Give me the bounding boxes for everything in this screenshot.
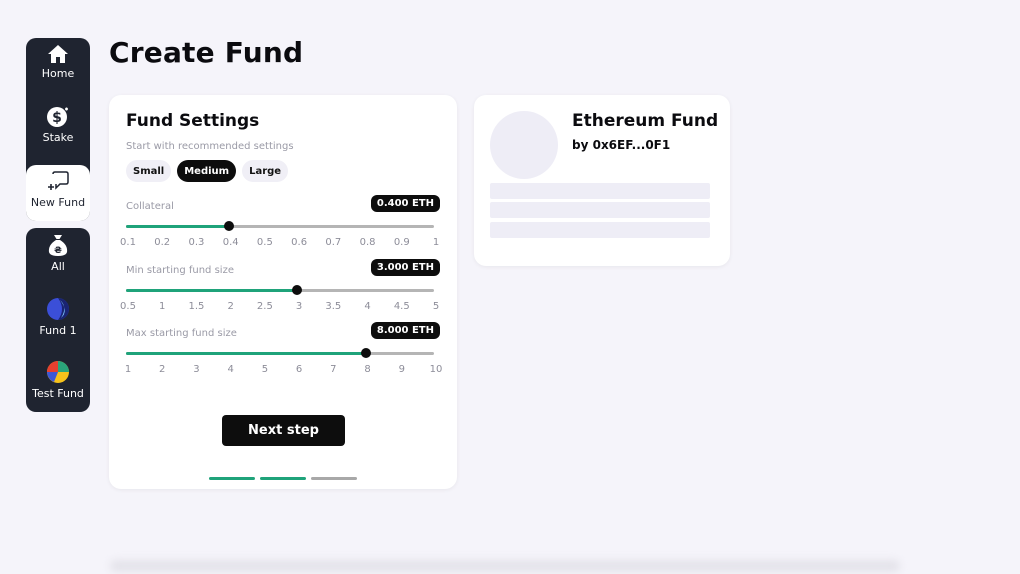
sidebar-main-nav: Home $ Stake New Fund [26,38,90,221]
money-bag-icon: ₴ [48,235,68,256]
slider-tick-label: 6 [295,364,303,375]
slider-tick-label: 4 [227,364,234,375]
slider-tick-label: 1 [432,237,440,248]
slider-value-badge: 3.000 ETH [370,259,440,276]
slider-tick-label: 1 [124,364,132,375]
preset-group: Small Medium Large [126,160,289,182]
recommended-settings-hint: Start with recommended settings [126,141,294,152]
slider-tick-label: 2 [159,364,166,375]
slider-tick-label: 0.4 [222,237,239,248]
slider-label: Min starting fund size [126,265,234,276]
slider-tick-label: 0.5 [256,237,273,248]
sidebar-item-label: New Fund [30,196,86,209]
slider-ticks: 0.5 1 1.5 2 2.5 3 3.5 4 4.5 5 [120,301,442,313]
step-indicator [260,477,306,480]
sidebar-item-all[interactable]: ₴ All [26,233,90,285]
add-message-icon [48,171,69,190]
card-title: Fund Settings [126,111,260,131]
skeleton-line [490,222,710,238]
svg-text:₴: ₴ [54,246,62,256]
fund-settings-card: Fund Settings Start with recommended set… [109,95,457,489]
sidebar-funds-nav: ₴ All Fund 1 Test Fund [26,228,90,412]
step-indicator [209,477,255,480]
fund-avatar-placeholder [490,111,558,179]
fund-preview-card: Ethereum Fund by 0x6EF...0F1 [474,95,730,266]
sidebar-item-label: Test Fund [32,387,84,400]
slider-tick-label: 0.5 [120,301,136,312]
max-fund-size-slider: Max starting fund size 8.000 ETH 1 2 3 4 5 6 7… [124,322,443,388]
sidebar-item-new-fund[interactable]: New Fund [26,165,90,221]
slider-label: Collateral [126,201,174,212]
slider-ticks: 1 2 3 4 5 6 7 8 9 10 [124,364,443,376]
slider-track[interactable] [126,348,434,358]
page-footer-shadow [110,560,900,572]
slider-thumb[interactable] [223,221,234,231]
sidebar-item-label: Stake [42,131,74,144]
fund-avatar-icon [47,298,69,320]
slider-tick-label: 7 [330,364,337,375]
sidebar-item-fund-1[interactable]: Fund 1 [26,297,90,349]
slider-tick-label: 3.5 [325,301,342,312]
slider-value-badge: 0.400 ETH [370,195,440,212]
slider-thumb[interactable] [292,285,303,295]
slider-tick-label: 0.7 [325,237,342,248]
slider-tick-label: 0.3 [188,237,205,248]
fund-name: Ethereum Fund [572,111,719,131]
slider-tick-label: 3 [295,301,303,312]
sidebar-item-label: Fund 1 [39,324,77,337]
slider-ticks: 0.1 0.2 0.3 0.4 0.5 0.6 0.7 0.8 0.9 1 [120,237,442,249]
skeleton-line [490,183,710,199]
preset-large-button[interactable]: Large [242,160,289,182]
sidebar-item-test-fund[interactable]: Test Fund [26,360,90,412]
sidebar-item-home[interactable]: Home [26,44,90,96]
slider-tick-label: 0.2 [154,237,171,248]
slider-tick-label: 2 [227,301,234,312]
slider-tick-label: 1 [159,301,166,312]
sidebar-item-stake[interactable]: $ Stake [26,106,90,158]
step-indicator [311,477,357,480]
next-step-button[interactable]: Next step [222,415,345,446]
sidebar-item-label: All [51,260,65,273]
svg-text:$: $ [52,110,62,126]
preset-medium-button[interactable]: Medium [177,160,237,182]
skeleton-line [490,202,710,218]
slider-track[interactable] [126,221,434,231]
home-icon [48,45,68,63]
slider-thumb[interactable] [360,348,371,358]
slider-value-badge: 8.000 ETH [370,322,440,339]
slider-tick-label: 0.1 [120,237,136,248]
page-title: Create Fund [109,36,304,69]
slider-tick-label: 9 [398,364,405,375]
slider-fill [126,225,229,228]
sidebar-item-label: Home [41,67,75,80]
slider-label: Max starting fund size [126,328,237,339]
slider-tick-label: 5 [261,364,269,375]
slider-tick-label: 2.5 [256,301,273,312]
slider-tick-label: 0.9 [393,237,410,248]
fund-avatar-icon [47,361,69,383]
fund-owner: by 0x6EF...0F1 [572,138,671,152]
dollar-coin-icon: $ [47,107,68,127]
slider-tick-label: 4 [364,301,371,312]
step-progress [209,477,357,480]
slider-tick-label: 0.8 [359,237,376,248]
slider-tick-label: 5 [432,301,440,312]
slider-tick-label: 0.6 [291,237,308,248]
slider-track[interactable] [126,285,434,295]
min-fund-size-slider: Min starting fund size 3.000 ETH 0.5 1 1.5… [120,259,442,325]
slider-fill [126,289,298,292]
slider-tick-label: 4.5 [393,301,410,312]
collateral-slider: Collateral 0.400 ETH 0.1 0.2 0.3 0.4 0.5 0.6 0… [120,195,442,261]
slider-tick-label: 10 [429,364,443,375]
slider-fill [126,352,366,355]
slider-tick-label: 8 [364,364,371,375]
slider-tick-label: 3 [193,364,200,375]
preset-small-button[interactable]: Small [126,160,172,182]
slider-tick-label: 1.5 [188,301,205,312]
